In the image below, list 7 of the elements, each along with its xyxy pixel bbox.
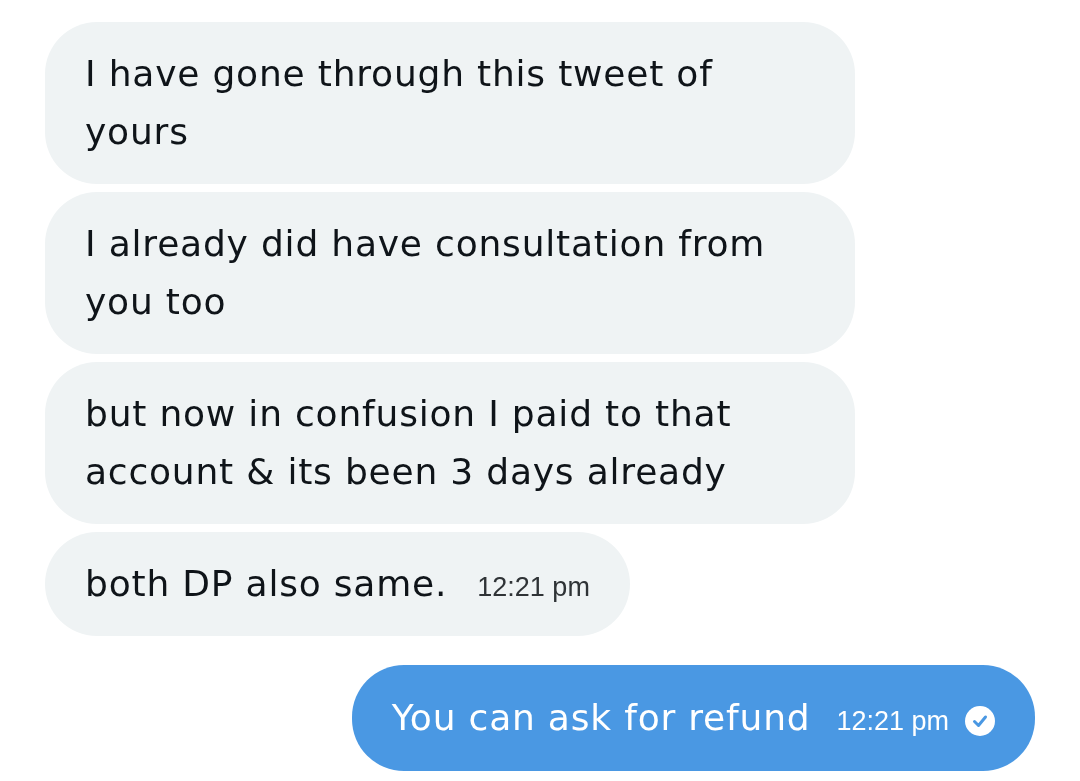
message-text: You can ask for refund [391, 696, 811, 740]
message-text: both DP also same. [85, 562, 448, 606]
message-text: I already did have consultation from you too [85, 222, 767, 324]
message-text: I have gone through this tweet of yours [85, 52, 714, 154]
message-text: but now in confusion I paid to that account & its been 3 days already [85, 392, 733, 494]
timestamp: 12:21 pm [836, 706, 949, 737]
timestamp: 12:21 pm [477, 572, 590, 603]
